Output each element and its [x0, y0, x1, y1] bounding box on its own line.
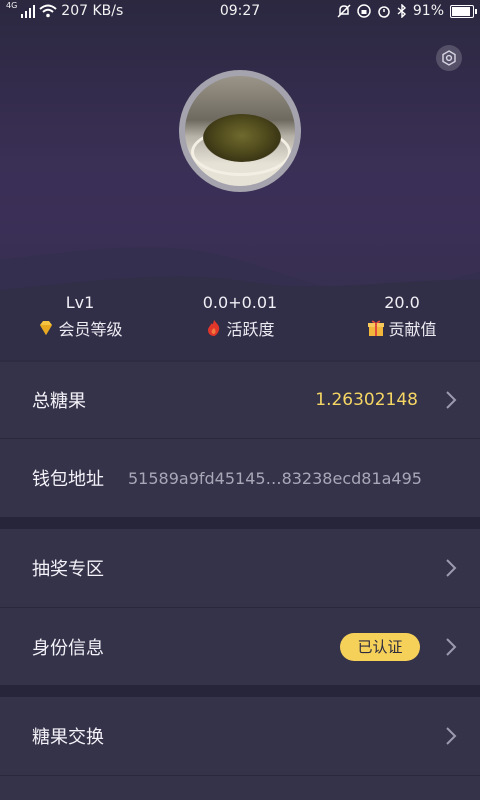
avatar-image — [185, 76, 295, 186]
battery-fill — [452, 6, 471, 16]
section-gap — [0, 517, 480, 529]
settings-button[interactable] — [436, 45, 462, 71]
identity-label: 身份信息 — [32, 637, 104, 659]
chevron-right-icon — [446, 727, 457, 745]
member-level-value: Lv1 — [65, 293, 95, 312]
row-lottery[interactable]: 抽奖专区 — [0, 529, 480, 607]
chevron-right-icon — [446, 637, 457, 656]
activity-value: 0.0+0.01 — [202, 293, 278, 312]
lottery-label: 抽奖专区 — [32, 559, 104, 580]
row-candy-exchange[interactable]: 糖果交换 — [0, 697, 480, 775]
chevron-right-icon — [446, 391, 457, 409]
stat-member-level[interactable]: Lv1 会员等级 — [10, 292, 150, 340]
gift-icon — [368, 320, 385, 336]
contribution-label-row: 贡献值 — [332, 316, 472, 340]
member-level-label: 会员等级 — [58, 320, 123, 339]
status-right: 91% — [337, 3, 477, 19]
member-level-label-row: 会员等级 — [10, 316, 150, 340]
stat-activity[interactable]: 0.0+0.01 活跃度 — [170, 292, 310, 340]
row-next-partial[interactable] — [0, 776, 480, 800]
activity-label: 活跃度 — [226, 320, 275, 339]
activity-label-row: 活跃度 — [170, 316, 310, 340]
alarm-icon — [378, 6, 390, 18]
profile-stats: Lv1 会员等级 0.0+0.01 活跃度 20.0 贡献值 — [0, 292, 480, 342]
verified-badge: 已认证 — [340, 632, 420, 661]
row-identity[interactable]: 身份信息 已认证 — [0, 608, 480, 685]
row-wallet-address[interactable]: 钱包地址 51589a9fd45145…83238ecd81a495 — [0, 439, 480, 517]
avatar-food — [203, 114, 281, 162]
status-bar: 4G 207 KB/s 09:27 91% — [0, 0, 480, 24]
mute-bell-icon — [337, 4, 351, 18]
total-candy-amount: 1.26302148 — [315, 390, 418, 410]
avatar[interactable] — [179, 70, 301, 192]
wallet-label: 钱包地址 — [32, 469, 104, 490]
total-candy-label: 总糖果 — [32, 391, 86, 412]
lock-rotation-icon — [357, 4, 371, 18]
wallet-address: 51589a9fd45145…83238ecd81a495 — [128, 468, 422, 488]
bluetooth-icon — [397, 4, 406, 18]
flame-icon — [208, 320, 220, 336]
contribution-label: 贡献值 — [388, 320, 437, 339]
battery-percent: 91% — [412, 3, 444, 19]
contribution-value: 20.0 — [384, 293, 420, 312]
battery-icon — [450, 4, 477, 18]
chevron-right-icon — [446, 559, 457, 577]
stat-contribution[interactable]: 20.0 贡献值 — [332, 292, 472, 340]
gear-icon — [442, 50, 456, 66]
profile-header: 4G 207 KB/s 09:27 91% Lv1 会员等级 0.0+0.01 … — [0, 0, 480, 360]
section-gap — [0, 685, 480, 697]
row-total-candy[interactable]: 总糖果 1.26302148 — [0, 362, 480, 438]
diamond-icon — [40, 321, 53, 335]
exchange-label: 糖果交换 — [32, 727, 104, 748]
